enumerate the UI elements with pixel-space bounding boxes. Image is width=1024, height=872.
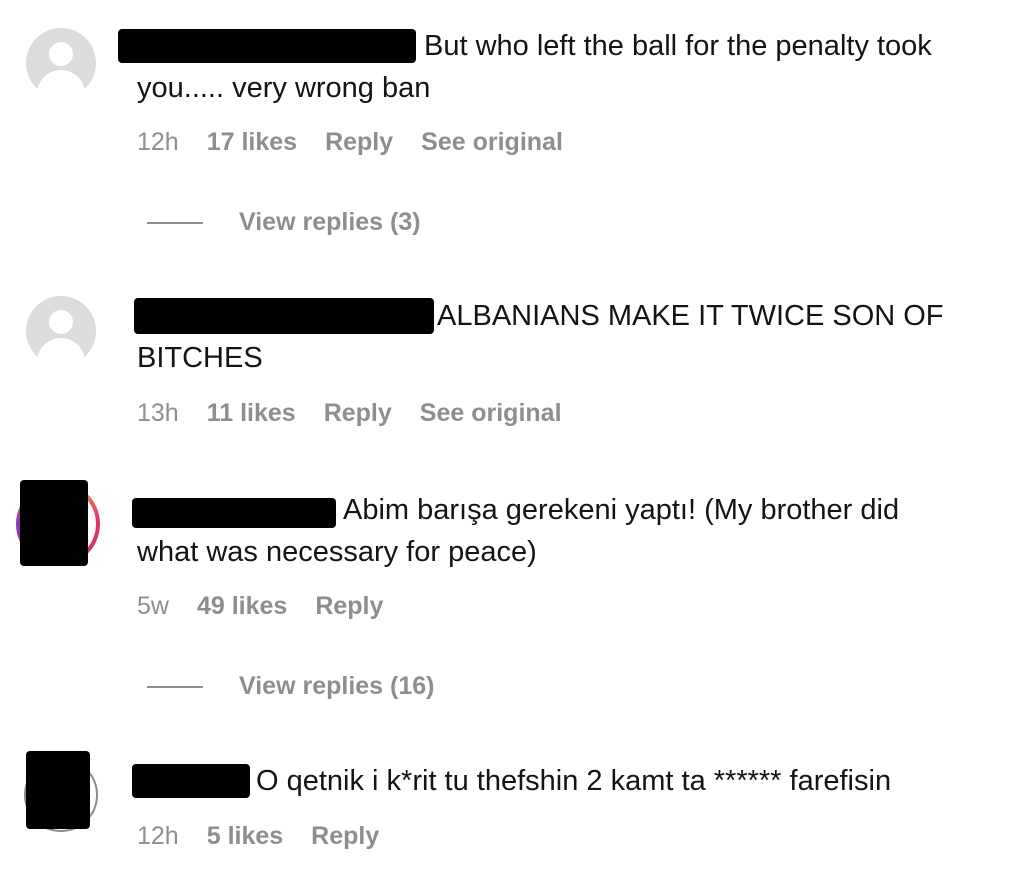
- comment-meta: 12h 5 likes Reply: [137, 822, 379, 851]
- likes-count[interactable]: 49 likes: [197, 592, 287, 621]
- likes-count[interactable]: 17 likes: [207, 128, 297, 157]
- timestamp: 12h: [137, 128, 179, 156]
- comment-text: ALBANIANS MAKE IT TWICE SON OF: [437, 300, 944, 332]
- view-replies-label[interactable]: View replies (16): [239, 672, 434, 701]
- view-replies-button[interactable]: View replies (3): [147, 208, 421, 237]
- timestamp: 5w: [137, 592, 169, 620]
- redacted-avatar: [26, 751, 90, 829]
- reply-button[interactable]: Reply: [324, 399, 392, 428]
- default-avatar-icon[interactable]: [26, 28, 96, 98]
- default-avatar-icon[interactable]: [26, 296, 96, 366]
- comment-text: BITCHES: [137, 342, 263, 374]
- timestamp: 13h: [137, 399, 179, 427]
- timestamp: 12h: [137, 822, 179, 850]
- redacted-username: [132, 764, 250, 798]
- comment-meta: 5w 49 likes Reply: [137, 592, 383, 621]
- redacted-avatar: [20, 480, 88, 566]
- comment-meta: 12h 17 likes Reply See original: [137, 128, 563, 157]
- redacted-username: [118, 29, 416, 63]
- likes-count[interactable]: 11 likes: [207, 399, 296, 428]
- comment-text: you..... very wrong ban: [137, 72, 431, 104]
- see-original-button[interactable]: See original: [420, 399, 562, 428]
- comment-text: Abim barışa gerekeni yaptı! (My brother …: [343, 494, 900, 526]
- comment-meta: 13h 11 likes Reply See original: [137, 399, 562, 428]
- comment-text: what was necessary for peace): [137, 536, 537, 568]
- view-replies-button[interactable]: View replies (16): [147, 672, 434, 701]
- reply-button[interactable]: Reply: [311, 822, 379, 851]
- comment-text: But who left the ball for the penalty to…: [424, 30, 932, 62]
- reply-button[interactable]: Reply: [315, 592, 383, 621]
- redacted-username: [134, 298, 434, 334]
- view-replies-label[interactable]: View replies (3): [239, 208, 421, 237]
- reply-button[interactable]: Reply: [325, 128, 393, 157]
- likes-count[interactable]: 5 likes: [207, 822, 283, 851]
- see-original-button[interactable]: See original: [421, 128, 563, 157]
- redacted-username: [132, 498, 336, 528]
- divider-line: [147, 221, 203, 224]
- comment-text: O qetnik i k*rit tu thefshin 2 kamt ta *…: [256, 765, 892, 797]
- divider-line: [147, 685, 203, 688]
